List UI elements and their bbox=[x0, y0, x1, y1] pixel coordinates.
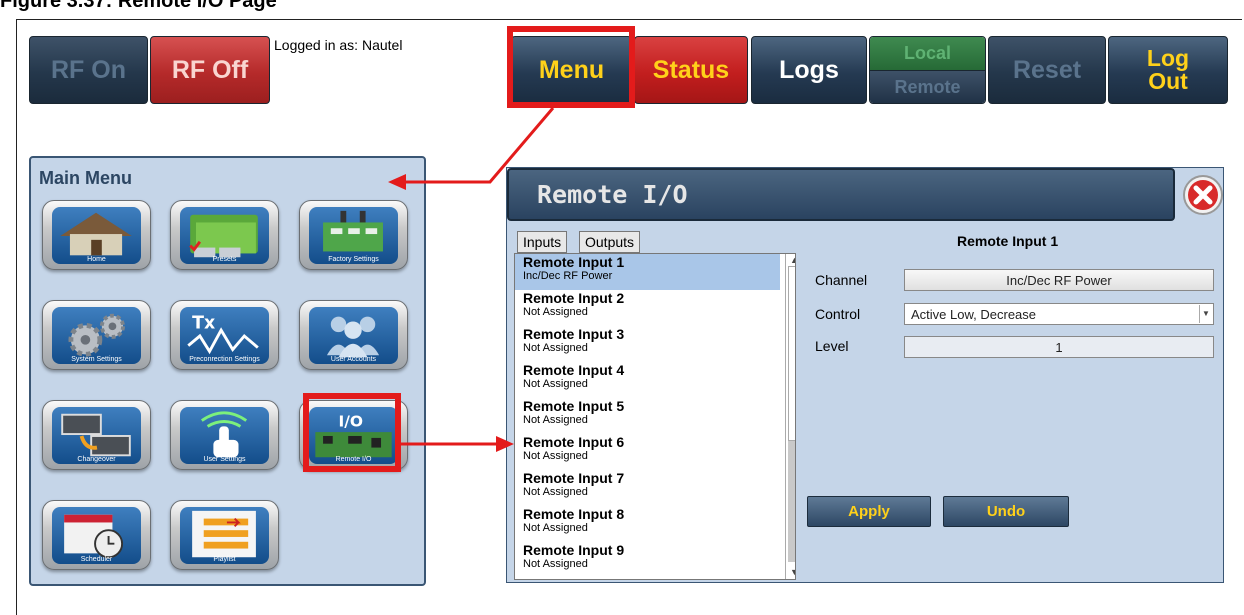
list-item[interactable]: Remote Input 6 Not Assigned bbox=[515, 434, 780, 470]
remote-io-highlight-box bbox=[303, 393, 401, 472]
changeover-label: Changeover bbox=[77, 456, 116, 463]
close-icon[interactable] bbox=[1182, 174, 1224, 216]
list-item[interactable]: Remote Input 5 Not Assigned bbox=[515, 398, 780, 434]
factory-settings-tile[interactable]: Factory Settings bbox=[299, 200, 408, 270]
rf-on-button[interactable]: RF On bbox=[29, 36, 148, 104]
detail-title: Remote Input 1 bbox=[957, 233, 1059, 249]
list-item[interactable]: Remote Input 3 Not Assigned bbox=[515, 326, 780, 362]
scroll-up-arrow-icon[interactable]: ▲ bbox=[790, 255, 795, 265]
tab-outputs[interactable]: Outputs bbox=[579, 231, 641, 253]
figure-caption: Figure 3.37: Remote I/O Page bbox=[0, 0, 277, 12]
list-scrollbar[interactable]: ▲ ▼ bbox=[785, 254, 795, 579]
main-menu-title: Main Menu bbox=[39, 168, 132, 188]
remote-input-list: Remote Input 1 Inc/Dec RF Power Remote Inp… bbox=[514, 253, 796, 580]
apply-button[interactable]: Apply bbox=[807, 496, 931, 527]
list-item[interactable]: Remote Input 1 Inc/Dec RF Power bbox=[515, 254, 780, 290]
control-value: Active Low, Decrease bbox=[911, 307, 1037, 322]
list-item-assignment: Not Assigned bbox=[523, 450, 588, 462]
channel-label: Channel bbox=[815, 272, 868, 288]
list-item-assignment: Inc/Dec RF Power bbox=[523, 270, 613, 282]
list-item-assignment: Not Assigned bbox=[523, 342, 588, 354]
level-field[interactable]: 1 bbox=[904, 336, 1214, 358]
playlist-tile[interactable]: Playlist bbox=[170, 500, 279, 570]
logs-button[interactable]: Logs bbox=[751, 36, 867, 104]
list-item-assignment: Not Assigned bbox=[523, 306, 588, 318]
system-settings-tile[interactable]: System Settings bbox=[42, 300, 151, 370]
rf-off-button[interactable]: RF Off bbox=[150, 36, 270, 104]
remote-button[interactable]: Remote bbox=[870, 70, 985, 103]
user-settings-tile[interactable]: User Settings bbox=[170, 400, 279, 470]
logout-button[interactable]: Log Out bbox=[1108, 36, 1228, 104]
home-tile[interactable]: Home bbox=[42, 200, 151, 270]
remote-io-header: Remote I/O bbox=[507, 168, 1175, 221]
playlist-label: Playlist bbox=[213, 556, 236, 563]
list-item-name: Remote Input 8 bbox=[523, 506, 625, 522]
list-item-name: Remote Input 7 bbox=[523, 470, 625, 486]
scroll-thumb[interactable] bbox=[788, 266, 795, 441]
scheduler-label: Scheduler bbox=[80, 556, 113, 563]
list-item-name: Remote Input 2 bbox=[523, 290, 625, 306]
list-item-name: Remote Input 6 bbox=[523, 434, 625, 450]
control-label: Control bbox=[815, 306, 861, 322]
presets-tile[interactable]: Presets bbox=[170, 200, 279, 270]
scheduler-tile[interactable]: Scheduler bbox=[42, 500, 151, 570]
home-label: Home bbox=[87, 256, 106, 263]
list-item[interactable]: Remote Input 8 Not Assigned bbox=[515, 506, 780, 542]
list-item[interactable]: Remote Input 2 Not Assigned bbox=[515, 290, 780, 326]
list-item-name: Remote Input 5 bbox=[523, 398, 625, 414]
list-item-assignment: Not Assigned bbox=[523, 486, 588, 498]
remote-io-panel: Remote I/O Inputs Outputs Remote Input 1… bbox=[506, 167, 1224, 583]
level-label: Level bbox=[815, 338, 849, 354]
user-accounts-label: User Accounts bbox=[330, 356, 377, 363]
list-item[interactable]: Remote Input 4 Not Assigned bbox=[515, 362, 780, 398]
tab-inputs[interactable]: Inputs bbox=[517, 231, 568, 253]
list-item-assignment: Not Assigned bbox=[523, 414, 588, 426]
user-accounts-tile[interactable]: User Accounts bbox=[299, 300, 408, 370]
undo-button[interactable]: Undo bbox=[943, 496, 1069, 527]
reset-button[interactable]: Reset bbox=[988, 36, 1106, 104]
preconrection-settings-tile[interactable]: Tx Preconrection Settings bbox=[170, 300, 279, 370]
list-item[interactable]: Remote Input 9 Not Assigned bbox=[515, 542, 780, 578]
page: Figure 3.37: Remote I/O Page RF On RF Of… bbox=[0, 0, 1244, 615]
control-select[interactable]: Active Low, Decrease ▼ bbox=[904, 303, 1214, 325]
list-item-assignment: Not Assigned bbox=[523, 522, 588, 534]
remote-io-title: Remote I/O bbox=[537, 180, 688, 209]
list-item-name: Remote Input 1 bbox=[523, 254, 625, 270]
presets-label: Presets bbox=[212, 256, 237, 263]
user-settings-label: User Settings bbox=[203, 456, 246, 463]
factory-settings-label: Factory Settings bbox=[328, 256, 379, 263]
local-button[interactable]: Local bbox=[870, 37, 985, 71]
scroll-down-arrow-icon[interactable]: ▼ bbox=[790, 567, 795, 577]
list-item-name: Remote Input 9 bbox=[523, 542, 625, 558]
system-settings-label: System Settings bbox=[71, 356, 122, 363]
status-button[interactable]: Status bbox=[634, 36, 748, 104]
dropdown-arrow-icon[interactable]: ▼ bbox=[1199, 305, 1212, 323]
list-item-assignment: Not Assigned bbox=[523, 558, 588, 570]
main-menu-panel: Main Menu Home Presets Factory Settings … bbox=[29, 156, 426, 586]
channel-button[interactable]: Inc/Dec RF Power bbox=[904, 269, 1214, 291]
txi-text: Tx bbox=[192, 313, 215, 333]
preconrection-settings-label: Preconrection Settings bbox=[189, 356, 260, 363]
list-item-name: Remote Input 3 bbox=[523, 326, 625, 342]
changeover-tile[interactable]: Changeover bbox=[42, 400, 151, 470]
menu-highlight-box bbox=[507, 26, 635, 108]
list-item-name: Remote Input 4 bbox=[523, 362, 625, 378]
list-item[interactable]: Remote Input 7 Not Assigned bbox=[515, 470, 780, 506]
logged-in-status: Logged in as: Nautel bbox=[272, 37, 509, 103]
list-item-assignment: Not Assigned bbox=[523, 378, 588, 390]
local-remote-toggle[interactable]: Local Remote bbox=[869, 36, 986, 104]
